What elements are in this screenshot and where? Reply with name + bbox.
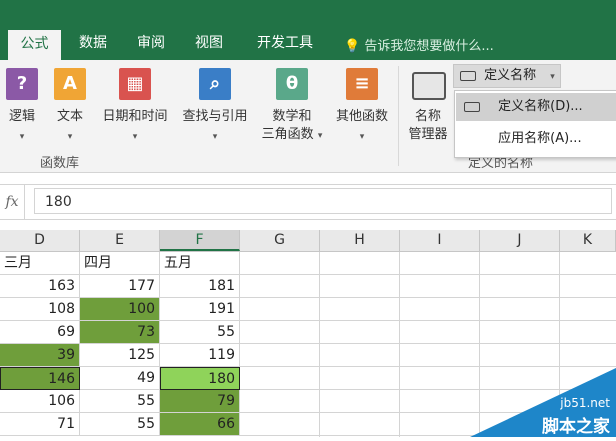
logical-button[interactable]: ? 逻辑 ▾ [2,66,42,150]
name-manager-label-1: 名称 [414,109,441,124]
group-separator [398,66,399,166]
table-cell[interactable]: 55 [160,321,240,344]
column-header-j[interactable]: J [480,230,560,251]
menu-item-apply-names[interactable]: 应用名称(A)... [456,125,616,153]
function-library-group-label: 函数库 [40,156,80,171]
define-name-dropdown: 定义名称(D)... 应用名称(A)... [454,90,616,158]
lookup-button[interactable]: ⌕ 查找与引用 ▾ [175,66,255,150]
text-button[interactable]: A 文本 ▾ [50,66,90,150]
ribbon-tab-bar: 公式 数据 审阅 视图 开发工具 💡 告诉我您想要做什么... [0,0,616,60]
menu-item-define-name[interactable]: 定义名称(D)... [456,93,616,121]
table-cell[interactable]: 55 [80,413,160,436]
math-label-line2-wrap: 三角函数 ▾ [256,126,328,145]
tab-data[interactable]: 数据 [70,28,116,60]
datetime-label: 日期和时间 [102,109,168,124]
column-header-row: D E F G H I J K [0,230,616,252]
table-cell[interactable]: 106 [0,390,80,413]
insert-function-button[interactable]: fx [0,185,25,219]
chevron-down-icon: ▾ [317,131,323,141]
math-label-line1: 数学和 [272,109,312,124]
lookup-icon: ⌕ [199,68,231,100]
table-cell[interactable]: 66 [160,413,240,436]
table-cell[interactable]: 181 [160,275,240,298]
chevron-down-icon: ▾ [550,72,555,82]
name-manager-button[interactable]: 名称 管理器 [404,66,452,150]
tell-me-box[interactable]: 💡 告诉我您想要做什么... [344,35,494,54]
watermark-url: jb51.net [560,396,610,410]
math-trig-button[interactable]: θ 数学和 三角函数 ▾ [256,66,328,150]
table-cell[interactable]: 55 [80,390,160,413]
table-cell[interactable]: 79 [160,390,240,413]
logical-label: 逻辑 [8,109,35,124]
table-cell[interactable]: 49 [80,367,160,390]
chevron-down-icon: ▾ [359,132,365,142]
menu-item-apply-names-label: 应用名称(A)... [498,131,582,146]
column-header-k[interactable]: K [560,230,616,251]
watermark-name: 脚本之家 [542,417,610,437]
tell-me-text: 告诉我您想要做什么... [364,39,494,54]
formula-bar: fx 180 [0,184,616,220]
cell-d1[interactable]: 三月 [0,252,80,275]
table-cell[interactable]: 163 [0,275,80,298]
watermark: jb51.net 脚本之家 [470,368,616,437]
table-cell[interactable]: 191 [160,298,240,321]
logical-icon: ? [6,68,38,100]
lookup-label: 查找与引用 [182,109,248,124]
table-cell[interactable]: 119 [160,344,240,367]
menu-item-define-name-label: 定义名称(D)... [498,99,583,114]
table-cell[interactable]: 73 [80,321,160,344]
column-header-h[interactable]: H [320,230,400,251]
cell-e1[interactable]: 四月 [80,252,160,275]
table-cell[interactable]: 125 [80,344,160,367]
table-cell[interactable]: 71 [0,413,80,436]
tag-icon [460,70,476,81]
lightbulb-icon: 💡 [344,39,361,54]
column-header-f[interactable]: F [160,230,240,251]
column-header-i[interactable]: I [400,230,480,251]
column-header-g[interactable]: G [240,230,320,251]
column-header-d[interactable]: D [0,230,80,251]
table-cell[interactable]: 108 [0,298,80,321]
chevron-down-icon: ▾ [19,132,25,142]
datetime-button[interactable]: ▦ 日期和时间 ▾ [95,66,175,150]
define-name-label: 定义名称 [484,68,537,83]
define-name-button[interactable]: 定义名称 ▾ [453,64,561,88]
table-cell[interactable]: 146 [0,367,80,390]
column-header-e[interactable]: E [80,230,160,251]
tab-developer[interactable]: 开发工具 [246,28,324,60]
chevron-down-icon: ▾ [67,132,73,142]
text-icon: A [54,68,86,100]
text-label: 文本 [56,109,83,124]
active-cell[interactable]: 180 [160,367,240,390]
table-cell[interactable]: 69 [0,321,80,344]
table-cell[interactable]: 100 [80,298,160,321]
name-manager-label-2: 管理器 [408,127,448,142]
datetime-icon: ▦ [119,68,151,100]
table-cell[interactable]: 177 [80,275,160,298]
table-cell[interactable]: 39 [0,344,80,367]
chevron-down-icon: ▾ [212,132,218,142]
more-functions-icon: ≡ [346,68,378,100]
math-icon: θ [276,68,308,100]
tab-view[interactable]: 视图 [186,28,232,60]
formula-input[interactable]: 180 [34,188,612,214]
more-functions-label: 其他函数 [335,109,388,124]
tag-icon [464,101,480,112]
name-manager-icon [412,72,446,100]
tab-review[interactable]: 审阅 [128,28,174,60]
more-functions-button[interactable]: ≡ 其他函数 ▾ [330,66,394,150]
math-label-line2: 三角函数 [261,127,314,142]
chevron-down-icon: ▾ [132,132,138,142]
cell-f1[interactable]: 五月 [160,252,240,275]
tab-formulas[interactable]: 公式 [8,30,61,60]
